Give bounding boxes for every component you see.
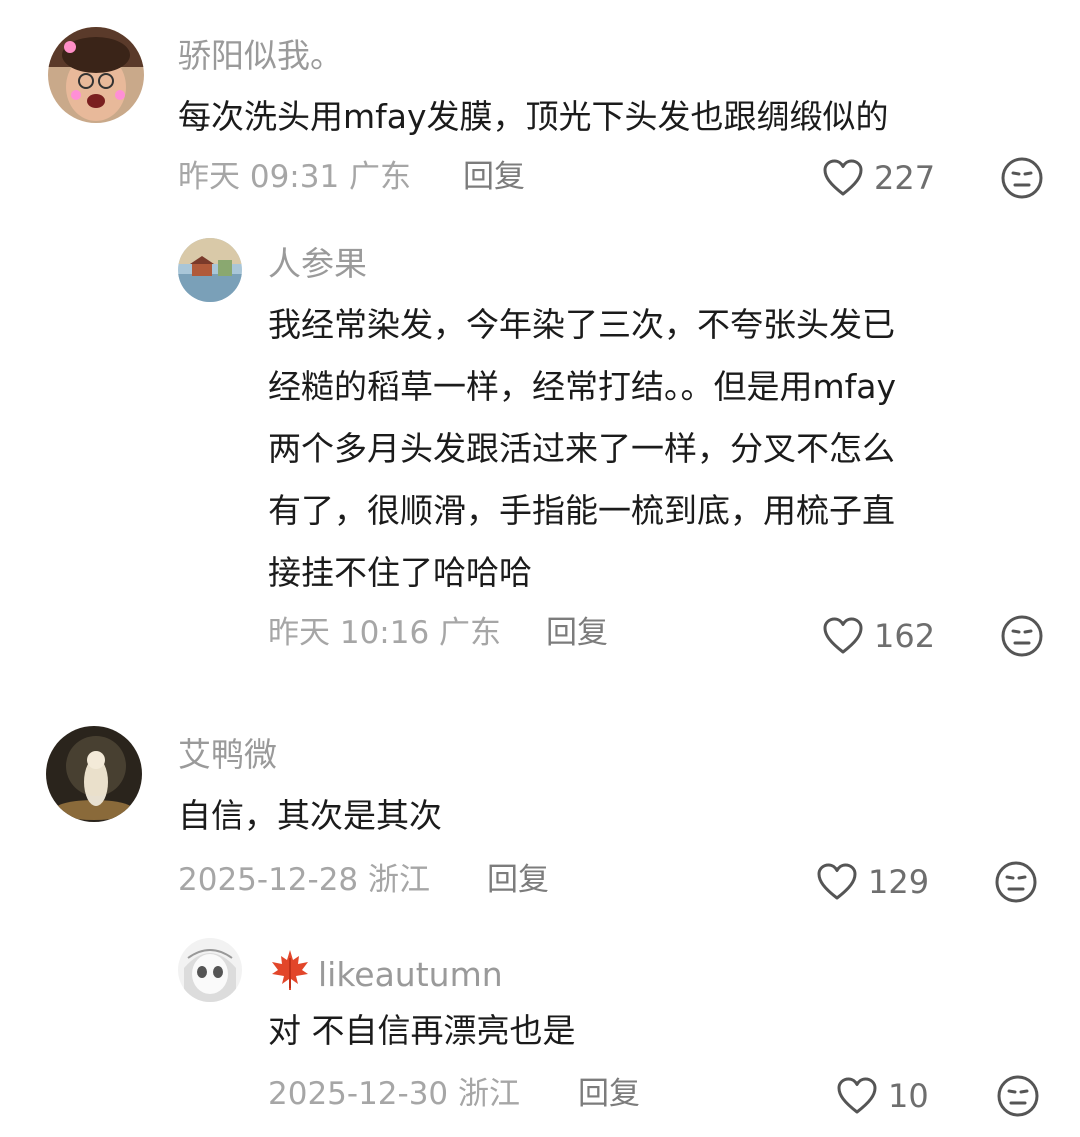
heart-outline-icon [837, 1077, 877, 1114]
maple-leaf-icon [272, 950, 308, 990]
avatar[interactable] [48, 27, 144, 123]
comment-time-location: 2025-12-28 浙江 [178, 862, 431, 898]
like-count: 162 [874, 617, 936, 655]
like-button[interactable]: 162 [822, 616, 935, 656]
heart-outline-icon [823, 159, 863, 196]
username[interactable]: 艾鸭微 [178, 735, 277, 775]
username-text: likeautumn [318, 955, 503, 994]
comment-time-location: 2025-12-30 浙江 [268, 1076, 521, 1112]
like-button[interactable]: 227 [822, 158, 935, 198]
username[interactable]: 人参果 [268, 244, 367, 284]
dislike-button[interactable] [994, 860, 1038, 904]
like-count: 129 [868, 863, 930, 901]
like-count: 227 [874, 159, 936, 197]
reply-button[interactable]: 回复 [578, 1074, 640, 1114]
like-button[interactable]: 10 [836, 1076, 929, 1116]
dislike-button[interactable] [1000, 614, 1044, 658]
avatar[interactable] [178, 938, 242, 1002]
username[interactable]: likeautumn [268, 948, 503, 995]
comment-text: 每次洗头用mfay发膜，顶光下头发也跟绸缎似的 [178, 97, 889, 136]
reply-button[interactable]: 回复 [463, 157, 525, 197]
heart-outline-icon [817, 863, 857, 900]
meh-face-icon [1001, 157, 1043, 199]
avatar[interactable] [46, 726, 142, 822]
comment-text: 对 不自信再漂亮也是 [268, 1011, 576, 1050]
reply-button[interactable]: 回复 [546, 613, 608, 653]
dislike-button[interactable] [1000, 156, 1044, 200]
heart-outline-icon [823, 617, 863, 654]
comment-text: 我经常染发，今年染了三次，不夸张头发已 经糙的稻草一样，经常打结。。但是用mfa… [268, 305, 897, 592]
comment-time-location: 昨天 10:16 广东 [268, 615, 502, 651]
dislike-button[interactable] [996, 1074, 1040, 1118]
meh-face-icon [995, 861, 1037, 903]
comment-text: 自信，其次是其次 [178, 796, 442, 835]
reply-button[interactable]: 回复 [487, 860, 549, 900]
like-button[interactable]: 129 [816, 862, 929, 902]
like-count: 10 [888, 1077, 929, 1115]
comment-list: 骄阳似我。 每次洗头用mfay发膜，顶光下头发也跟绸缎似的 昨天 09:31 广… [0, 0, 1080, 1137]
comment-time-location: 昨天 09:31 广东 [178, 159, 412, 195]
username[interactable]: 骄阳似我。 [178, 36, 343, 76]
meh-face-icon [1001, 615, 1043, 657]
meh-face-icon [997, 1075, 1039, 1117]
avatar[interactable] [178, 238, 242, 302]
